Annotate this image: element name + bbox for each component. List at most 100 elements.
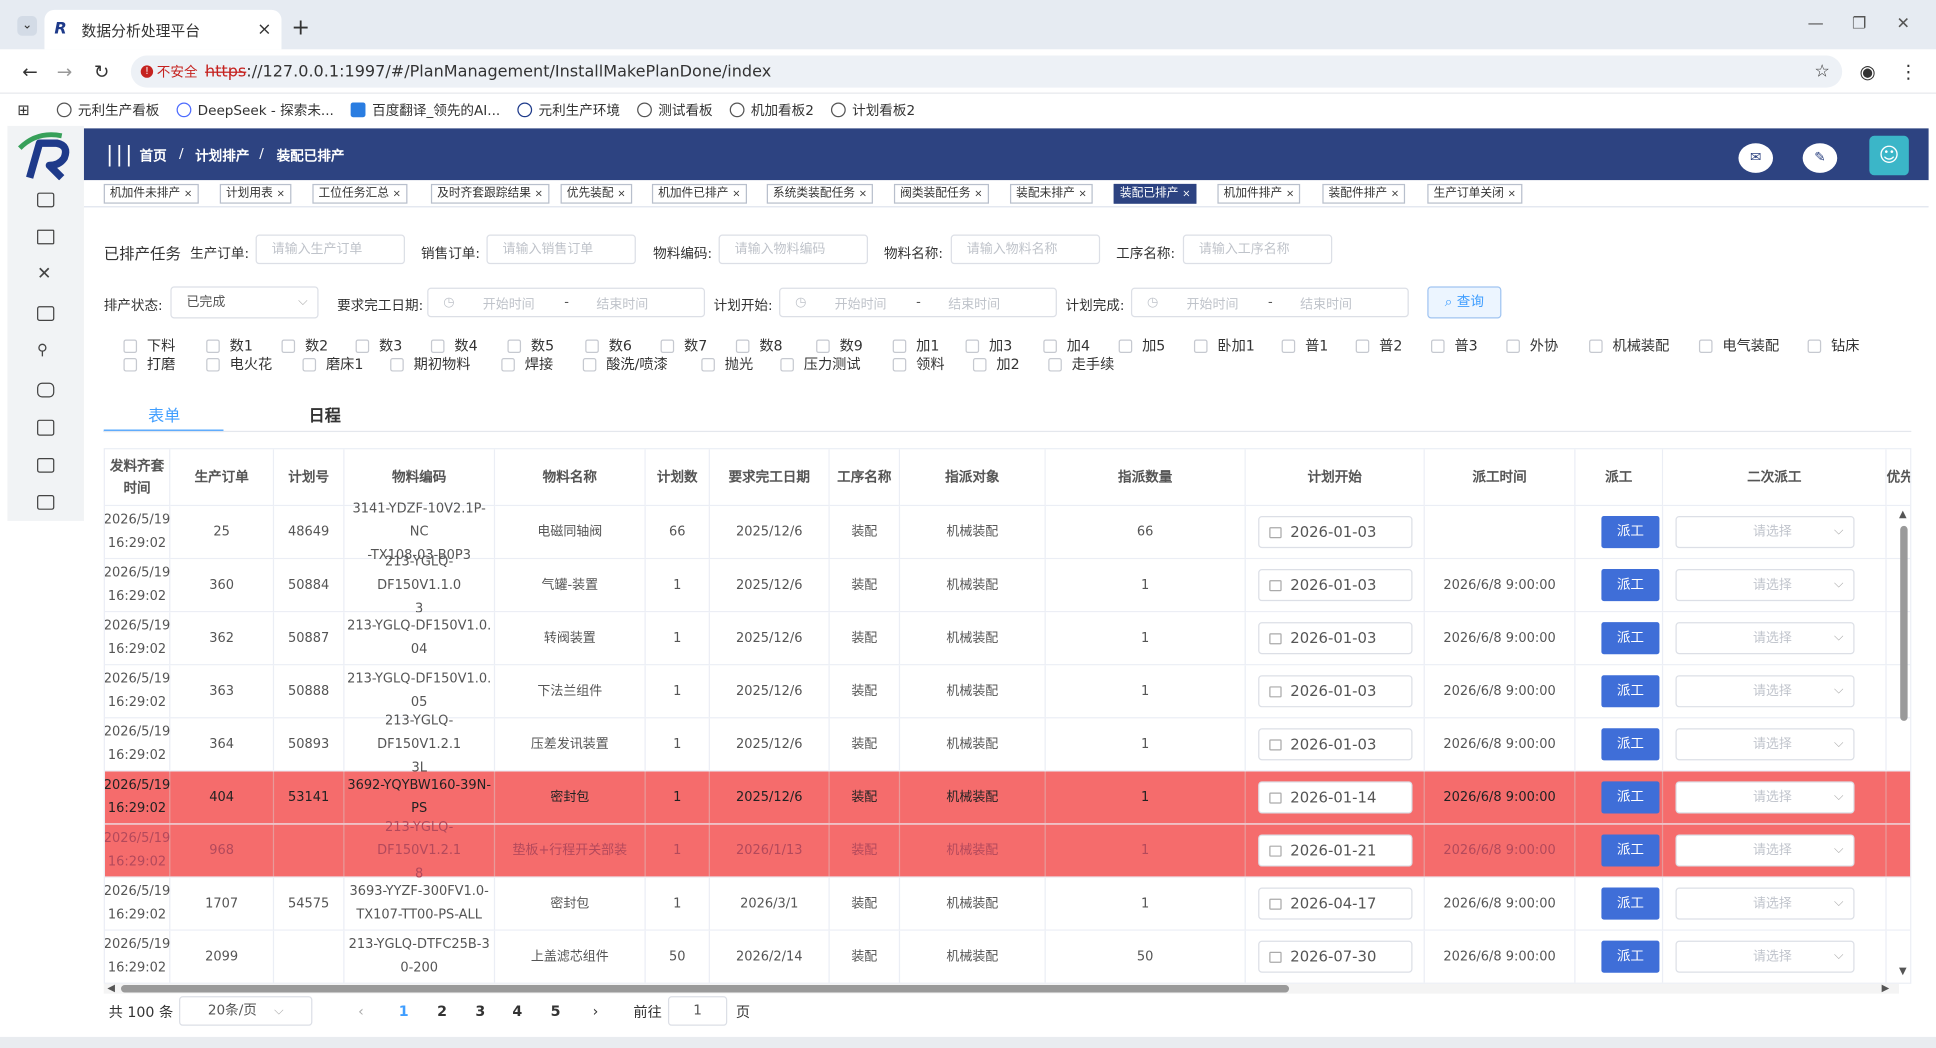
close-icon[interactable]: × [1079, 188, 1087, 199]
tag-item-active[interactable]: 装配已排产 × [1113, 183, 1197, 204]
not-secure-badge[interactable]: ! 不安全 [140, 62, 198, 82]
horizontal-scrollbar[interactable]: ◀ ▶ [103, 983, 1899, 994]
checkbox-12[interactable]: 加3 [965, 337, 1012, 354]
checkbox-13[interactable]: 加4 [1043, 337, 1090, 354]
tab-schedule[interactable]: 日程 [309, 402, 341, 426]
checkbox-box[interactable] [780, 357, 794, 371]
checkbox-box[interactable] [701, 357, 715, 371]
browser-tab[interactable]: R 数据分析处理平台 × [44, 9, 282, 50]
second-dispatch-select[interactable]: 请选择 ⌵ [1675, 887, 1855, 920]
close-icon[interactable]: × [617, 188, 625, 199]
checkbox-10[interactable]: 数9 [816, 337, 863, 354]
close-icon[interactable]: × [393, 188, 401, 199]
checkbox-box[interactable] [206, 338, 220, 353]
bookmark-item[interactable]: DeepSeek - 探索未... [176, 100, 334, 120]
checkbox-box[interactable] [972, 357, 987, 371]
table-row[interactable]: 2026/5/19 16:29:02 968 213-YGLQ-DF150V1.2.… [104, 819, 1911, 881]
sales-order-input[interactable]: 请输入销售订单 [486, 234, 636, 265]
maximize-icon[interactable]: ❐ [1852, 15, 1866, 34]
checkbox-5[interactable]: 数4 [430, 337, 478, 354]
checkbox-box[interactable] [1118, 338, 1133, 353]
second-dispatch-select[interactable]: 请选择 ⌵ [1675, 728, 1855, 761]
menu-icon[interactable]: ⋮ [1899, 60, 1918, 82]
tag-item[interactable]: 机加件未排产 × [103, 183, 199, 204]
reload-icon[interactable]: ↻ [94, 60, 110, 82]
checkbox-box[interactable] [206, 357, 220, 371]
checkbox-11[interactable]: 加1 [892, 337, 939, 354]
tag-item[interactable]: 机加件已排产 × [651, 183, 747, 204]
breadcrumb-home[interactable]: 首页 [140, 146, 167, 166]
checkbox-21[interactable]: 电气装配 [1698, 337, 1779, 354]
close-window-icon[interactable]: ✕ [1896, 15, 1909, 34]
close-icon[interactable]: × [1508, 188, 1516, 199]
checkbox-19[interactable]: 外协 [1506, 337, 1558, 354]
checkbox-17[interactable]: 普2 [1355, 337, 1402, 354]
table-row[interactable]: 2026/5/19 16:29:02 2099 213-YGLQ-DTFC25B-3… [104, 930, 1911, 983]
bookmark-item[interactable]: 元利生产看板 [56, 100, 159, 120]
bookmark-item[interactable]: 机加看板2 [729, 100, 814, 120]
tag-item[interactable]: 生产订单关闭 × [1427, 183, 1523, 204]
second-dispatch-select[interactable]: 请选择 ⌵ [1675, 940, 1855, 973]
table-row[interactable]: 2026/5/19 16:29:02 1707 54575 3693-YYZF-300… [104, 877, 1911, 931]
mail-icon[interactable]: ✉ [1738, 143, 1774, 173]
checkbox-16[interactable]: 普1 [1281, 337, 1328, 354]
breadcrumb-plan[interactable]: 计划排产 [195, 146, 249, 166]
checkbox-6[interactable]: 酸洗/喷漆 [582, 356, 668, 373]
query-button[interactable]: ⌕ 查询 [1427, 286, 1502, 319]
plan-start-date-input[interactable]: 2026-04-17 [1258, 887, 1413, 920]
tag-item[interactable]: 机加件排产 × [1217, 183, 1301, 204]
checkbox-8[interactable]: 压力测试 [780, 356, 861, 373]
plan-start-date-input[interactable]: 2026-01-03 [1258, 728, 1413, 761]
dispatch-button[interactable]: 派工 [1601, 940, 1660, 973]
monitor-icon[interactable] [37, 192, 55, 208]
profile-icon[interactable]: ◉ [1859, 60, 1875, 82]
status-select[interactable]: 已完成 ⌵ [170, 286, 319, 319]
page-number[interactable]: 3 [475, 1002, 485, 1019]
close-icon[interactable]: × [535, 188, 543, 199]
checkbox-box[interactable] [1355, 338, 1370, 353]
due-date-range[interactable]: ◷ 开始时间 - 结束时间 [427, 287, 706, 318]
close-icon[interactable]: × [859, 188, 867, 199]
checkbox-7[interactable]: 数6 [585, 337, 632, 354]
table-row[interactable]: 2026/5/19 16:29:02 362 50887 213-YGLQ-DF150… [104, 612, 1911, 666]
vertical-scrollbar[interactable]: ▲ ▼ [1899, 509, 1911, 978]
report-icon[interactable] [37, 419, 55, 436]
checkbox-4[interactable]: 数3 [355, 337, 402, 354]
tools-icon[interactable]: ✕ [37, 264, 51, 284]
checkbox-22[interactable]: 钻床 [1807, 337, 1859, 354]
plan-start-range[interactable]: ◷ 开始时间 - 结束时间 [779, 287, 1057, 318]
plan-start-date-input[interactable]: 2026-01-03 [1258, 515, 1413, 549]
material-name-input[interactable]: 请输入物料名称 [950, 234, 1101, 265]
dispatch-button[interactable]: 派工 [1601, 569, 1660, 602]
page-number[interactable]: 2 [437, 1002, 447, 1019]
checkbox-box[interactable] [507, 338, 522, 353]
new-tab-button[interactable]: + [291, 15, 310, 41]
bookmark-item[interactable]: 百度翻译_领先的AI... [351, 100, 500, 120]
checkbox-box[interactable] [1698, 338, 1713, 353]
second-dispatch-select[interactable]: 请选择 ⌵ [1675, 675, 1855, 708]
close-icon[interactable]: × [974, 188, 982, 199]
checkbox-box[interactable] [302, 357, 317, 371]
checkbox-box[interactable] [735, 338, 750, 353]
forward-icon[interactable]: → [57, 60, 73, 82]
plan-start-date-input[interactable]: 2026-01-03 [1258, 622, 1413, 655]
plan-start-date-input[interactable]: 2026-01-03 [1258, 675, 1413, 708]
second-dispatch-select[interactable]: 请选择 ⌵ [1675, 569, 1855, 602]
tag-item[interactable]: 装配件排产 × [1322, 183, 1406, 204]
checkbox-box[interactable] [892, 357, 907, 371]
tag-item[interactable]: 及时齐套跟踪结果 × [430, 183, 550, 204]
plan-start-date-input[interactable]: 2026-01-03 [1258, 569, 1413, 602]
checkbox-box[interactable] [585, 338, 599, 353]
checkbox-8[interactable]: 数7 [660, 337, 707, 354]
dispatch-button[interactable]: 派工 [1601, 887, 1660, 920]
checkbox-box[interactable] [355, 338, 370, 353]
checkbox-1[interactable]: 打磨 [123, 356, 175, 373]
close-icon[interactable]: × [732, 188, 740, 199]
second-dispatch-select[interactable]: 请选择 ⌵ [1675, 781, 1855, 814]
checkbox-box[interactable] [1048, 357, 1062, 371]
tag-item[interactable]: 系统类装配任务 × [766, 183, 874, 204]
tab-search-icon[interactable]: ⌄ [17, 16, 38, 36]
process-name-input[interactable]: 请输入工序名称 [1182, 234, 1333, 265]
url-bar[interactable]: ! 不安全 https://127.0.0.1:1997/#/PlanManage… [130, 55, 1843, 88]
checkbox-14[interactable]: 加5 [1118, 337, 1165, 354]
